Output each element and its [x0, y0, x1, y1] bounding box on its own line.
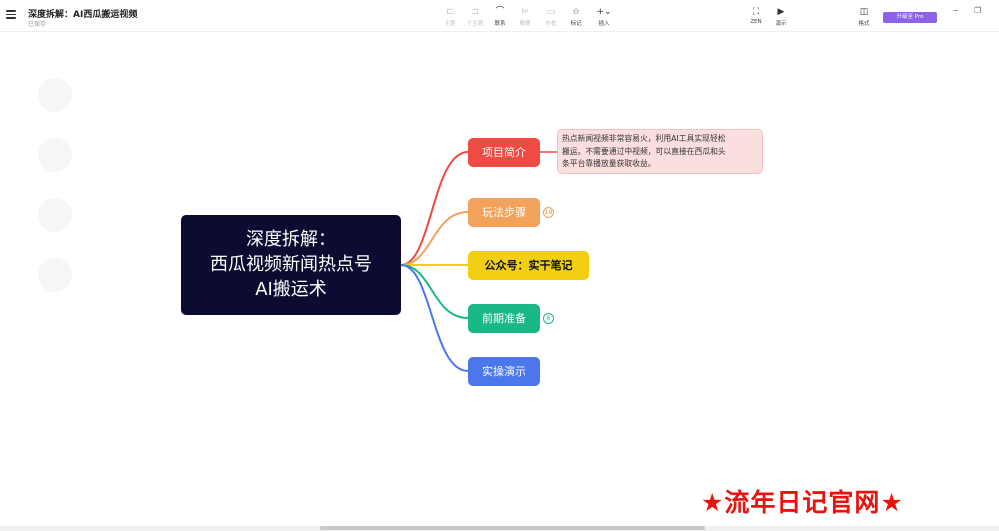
- topic-project-intro[interactable]: 项目简介: [468, 138, 540, 167]
- note-line: 热点新闻视频非常容易火，利用AI工具实现轻松: [562, 134, 726, 143]
- central-topic-line: 深度拆解：: [246, 229, 336, 250]
- branch-line-steps: [400, 211, 469, 266]
- topic-wechat-account[interactable]: 公众号：实干笔记: [468, 251, 589, 280]
- note-line: 条平台靠播放量获取收益。: [562, 159, 656, 168]
- topic-gameplay-steps[interactable]: 玩法步骤: [468, 198, 540, 227]
- central-topic-line: 西瓜视频新闻热点号: [210, 254, 372, 275]
- intro-note[interactable]: 热点新闻视频非常容易火，利用AI工具实现轻松 搬运。不需要通过中视频，可以直接在…: [557, 129, 763, 174]
- branch-line-intro: [400, 151, 469, 266]
- collapsed-count-badge[interactable]: 19: [543, 207, 554, 218]
- collapsed-count-badge[interactable]: 6: [543, 313, 554, 324]
- central-topic[interactable]: 深度拆解： 西瓜视频新闻热点号 AI搬运术: [181, 215, 401, 315]
- central-topic-line: AI搬运术: [255, 279, 327, 300]
- branch-line-demo: [400, 264, 469, 372]
- watermark-text: ★流年日记官网★: [701, 488, 904, 517]
- horizontal-scrollbar[interactable]: [320, 526, 705, 530]
- branch-line-prep: [400, 264, 469, 319]
- note-line: 搬运。不需要通过中视频，可以直接在西瓜和头: [562, 146, 726, 156]
- topic-practical-demo[interactable]: 实操演示: [468, 357, 540, 386]
- topic-preparation[interactable]: 前期准备: [468, 304, 540, 333]
